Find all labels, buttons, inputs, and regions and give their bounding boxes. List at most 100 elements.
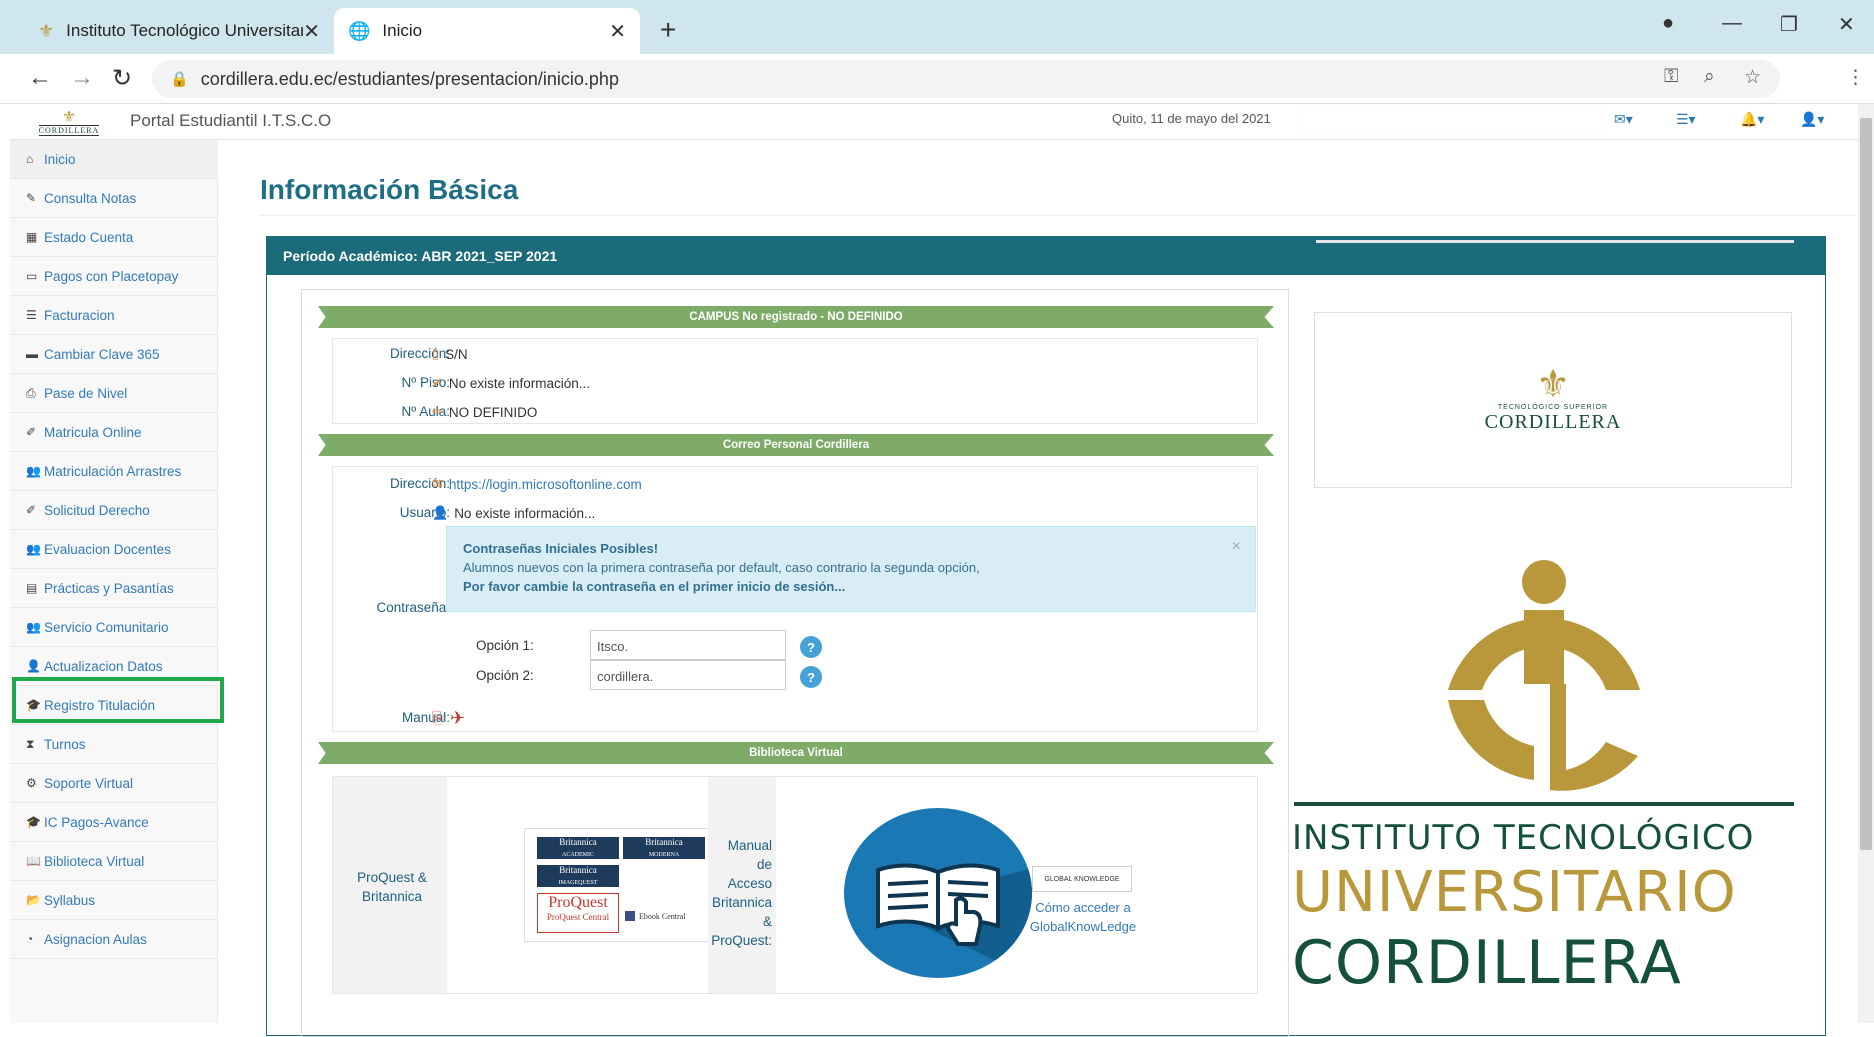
portal-title[interactable]: Portal Estudiantil I.T.S.C.O <box>130 111 331 131</box>
scrollbar-thumb[interactable] <box>1860 118 1872 850</box>
help-icon[interactable]: ? <box>800 666 822 688</box>
britannica-moderna-logo[interactable]: Britannica MODERNA <box>623 837 705 859</box>
cogs-icon: ⚙ <box>26 776 37 790</box>
sidebar-item-matricula-online[interactable]: ✐ Matricula Online <box>10 413 218 452</box>
microsoft-login-link[interactable]: https://login.microsoftonline.com <box>449 477 642 492</box>
reload-icon[interactable]: ↻ <box>112 64 132 93</box>
browser-tab-institute[interactable]: ⚜ Instituto Tecnológico Universitari ✕ <box>24 8 334 54</box>
sidebar-item-label: Pagos con Placetopay <box>44 268 179 284</box>
sidebar-item-syllabus[interactable]: 📂 Syllabus <box>10 881 218 920</box>
favicon-logo-icon: ⚜ <box>38 20 55 41</box>
alert-line2: Por favor cambie la contraseña en el pri… <box>463 579 846 594</box>
correo-ribbon: Correo Personal Cordillera <box>318 434 1274 456</box>
sidebar-item-evaluacion-docentes[interactable]: 👥 Evaluacion Docentes <box>10 530 218 569</box>
correo-usuario-text: No existe información... <box>454 505 596 521</box>
proquest-central-word: ProQuest Central <box>546 912 610 922</box>
forward-icon[interactable]: → <box>70 64 94 92</box>
sidebar-item-label: Cambiar Clave 365 <box>44 346 160 362</box>
lock-icon: 🔒 <box>170 71 189 88</box>
sidebar-item-practicas-pasantias[interactable]: ▤ Prácticas y Pasantías <box>10 569 218 608</box>
users-icon: 👥 <box>26 542 41 556</box>
document-icon: ▤ <box>26 581 38 595</box>
global-knowledge-link[interactable]: Cómo acceder a GlobalKnowLedge <box>1026 898 1140 936</box>
sidebar-item-solicitud-derecho[interactable]: ✐ Solicitud Derecho <box>10 491 218 530</box>
star-icon[interactable]: ☆ <box>1744 66 1761 89</box>
ebook-central-logo[interactable]: Ebook Central <box>625 907 709 925</box>
sidebar-item-label: Pase de Nivel <box>44 385 128 401</box>
global-knowledge-logo[interactable]: GLOBAL KNOWLEDGE <box>1032 866 1132 892</box>
browser-tab-inicio[interactable]: 🌐 Inicio ✕ <box>334 8 640 54</box>
sidebar-item-label: Syllabus <box>44 892 96 908</box>
sidebar-item-label: Actualizacion Datos <box>44 658 163 674</box>
credit-card-icon: ▭ <box>26 269 38 283</box>
list-icon: ☰ <box>26 308 37 322</box>
option2-field[interactable]: cordillera. <box>590 660 786 690</box>
print-icon: ⎙ <box>26 385 36 400</box>
sidebar-item-label: Asignacion Aulas <box>44 931 147 947</box>
close-tab-icon[interactable]: ✕ <box>609 19 626 44</box>
profile-icon[interactable]: ● <box>1662 12 1674 35</box>
close-tab-icon[interactable]: ✕ <box>303 19 320 44</box>
correo-usuario-value: 👤 No existe información... <box>432 505 595 521</box>
check-icon: ✔ <box>432 375 443 390</box>
database-logos-box[interactable]: Britannica ACADEMIC Britannica MODERNA Bri… <box>524 828 718 942</box>
pdf-icon[interactable]: ⎘ <box>432 710 444 727</box>
sidebar-item-servicio-comunitario[interactable]: 👥 Servicio Comunitario <box>10 608 218 647</box>
sidebar-item-consulta-notas[interactable]: ✎ Consulta Notas <box>10 179 218 218</box>
cordillera-logo[interactable]: ⚜ CORDILLERA <box>30 108 108 138</box>
tab-title: Instituto Tecnológico Universitari <box>66 21 304 40</box>
britannica-imagequest-logo[interactable]: Britannica IMAGEQUEST <box>537 865 619 887</box>
tasks-dropdown-icon[interactable]: ☰▾ <box>1676 111 1696 128</box>
alert-close-icon[interactable]: × <box>1232 537 1241 556</box>
key-icon[interactable]: ⚿ <box>1664 66 1678 88</box>
britannica-academic-logo[interactable]: Britannica ACADEMIC <box>537 837 619 859</box>
sidebar-item-pase-nivel[interactable]: ⎙ Pase de Nivel <box>10 374 218 413</box>
sidebar-item-facturacion[interactable]: ☰ Facturacion <box>10 296 218 335</box>
sidebar-item-soporte-virtual[interactable]: ⚙ Soporte Virtual <box>10 764 218 803</box>
user-icon: 👤 <box>432 505 449 520</box>
option1-field[interactable]: Itsco. <box>590 630 786 660</box>
notifications-dropdown-icon[interactable]: 🔔▾ <box>1740 111 1764 128</box>
url-field[interactable]: 🔒 cordillera.edu.ec/estudiantes/presenta… <box>152 60 1780 98</box>
campus-aula-value: ✏ NO DEFINIDO <box>432 404 537 420</box>
sidebar-item-inicio[interactable]: ⌂ Inicio <box>10 140 218 179</box>
user-dropdown-icon[interactable]: 👤▾ <box>1800 111 1824 128</box>
close-window-icon[interactable]: ✕ <box>1838 12 1855 37</box>
sidebar-item-biblioteca-virtual[interactable]: 📖 Biblioteca Virtual <box>10 842 218 881</box>
alert-title: Contraseñas Iniciales Posibles! <box>463 541 659 556</box>
proquest-central-logo[interactable]: ProQuest ProQuest Central <box>537 893 619 933</box>
sidebar-nav: ⌂ Inicio ✎ Consulta Notas ▦ Estado Cuenta ▭… <box>10 140 218 1023</box>
big-logo-line2: UNIVERSITARIO <box>1292 860 1737 925</box>
new-tab-icon[interactable]: + <box>660 14 676 46</box>
small-logo-word: CORDILLERA <box>1484 411 1622 433</box>
campus-direccion-value: ▯ S/N <box>432 346 468 362</box>
small-logo-sub: TECNOLÓGICO SUPERIOR <box>1497 404 1609 411</box>
menu-dots-icon[interactable]: ⋮ <box>1846 66 1865 89</box>
zoom-icon[interactable]: ⌕ <box>1704 66 1715 88</box>
sidebar-item-label: Soporte Virtual <box>44 775 134 791</box>
sidebar-item-cambiar-clave[interactable]: ▬ Cambiar Clave 365 <box>10 335 218 374</box>
sidebar-item-asignacion-aulas[interactable]: ◔ Asignacion Aulas <box>10 920 218 959</box>
minimize-icon[interactable]: — <box>1722 12 1742 35</box>
biblioteca-ribbon: Biblioteca Virtual <box>318 742 1274 764</box>
help-icon[interactable]: ? <box>800 636 822 658</box>
messages-dropdown-icon[interactable]: ✉▾ <box>1614 111 1633 128</box>
back-icon[interactable]: ← <box>28 64 52 92</box>
sidebar-item-matriculacion-arrastres[interactable]: 👥 Matriculación Arrastres <box>10 452 218 491</box>
logo-glyph-icon: ⚜ <box>61 108 77 126</box>
option1-label: Opción 1: <box>476 638 534 653</box>
reading-manual-icon[interactable] <box>844 808 1032 978</box>
britannica-word: Britannica <box>559 837 597 847</box>
sidebar-item-pagos-placetopay[interactable]: ▭ Pagos con Placetopay <box>10 257 218 296</box>
acrobat-icon[interactable]: ✈ <box>450 708 465 729</box>
ebook-central-word: Ebook Central <box>639 911 686 921</box>
sidebar-item-label: Estado Cuenta <box>44 229 134 245</box>
sidebar-item-turnos[interactable]: ⧗ Turnos <box>10 725 218 764</box>
user-icon: 👤 <box>26 659 41 673</box>
big-logo-line3: CORDILLERA <box>1292 928 1682 998</box>
restore-icon[interactable]: ❐ <box>1780 12 1798 37</box>
sidebar-item-ic-pagos-avance[interactable]: 🎓 IC Pagos-Avance <box>10 803 218 842</box>
sidebar-item-estado-cuenta[interactable]: ▦ Estado Cuenta <box>10 218 218 257</box>
campus-aula-text: NO DEFINIDO <box>448 404 538 420</box>
big-logo-line1: INSTITUTO TECNOLÓGICO <box>1292 818 1755 858</box>
